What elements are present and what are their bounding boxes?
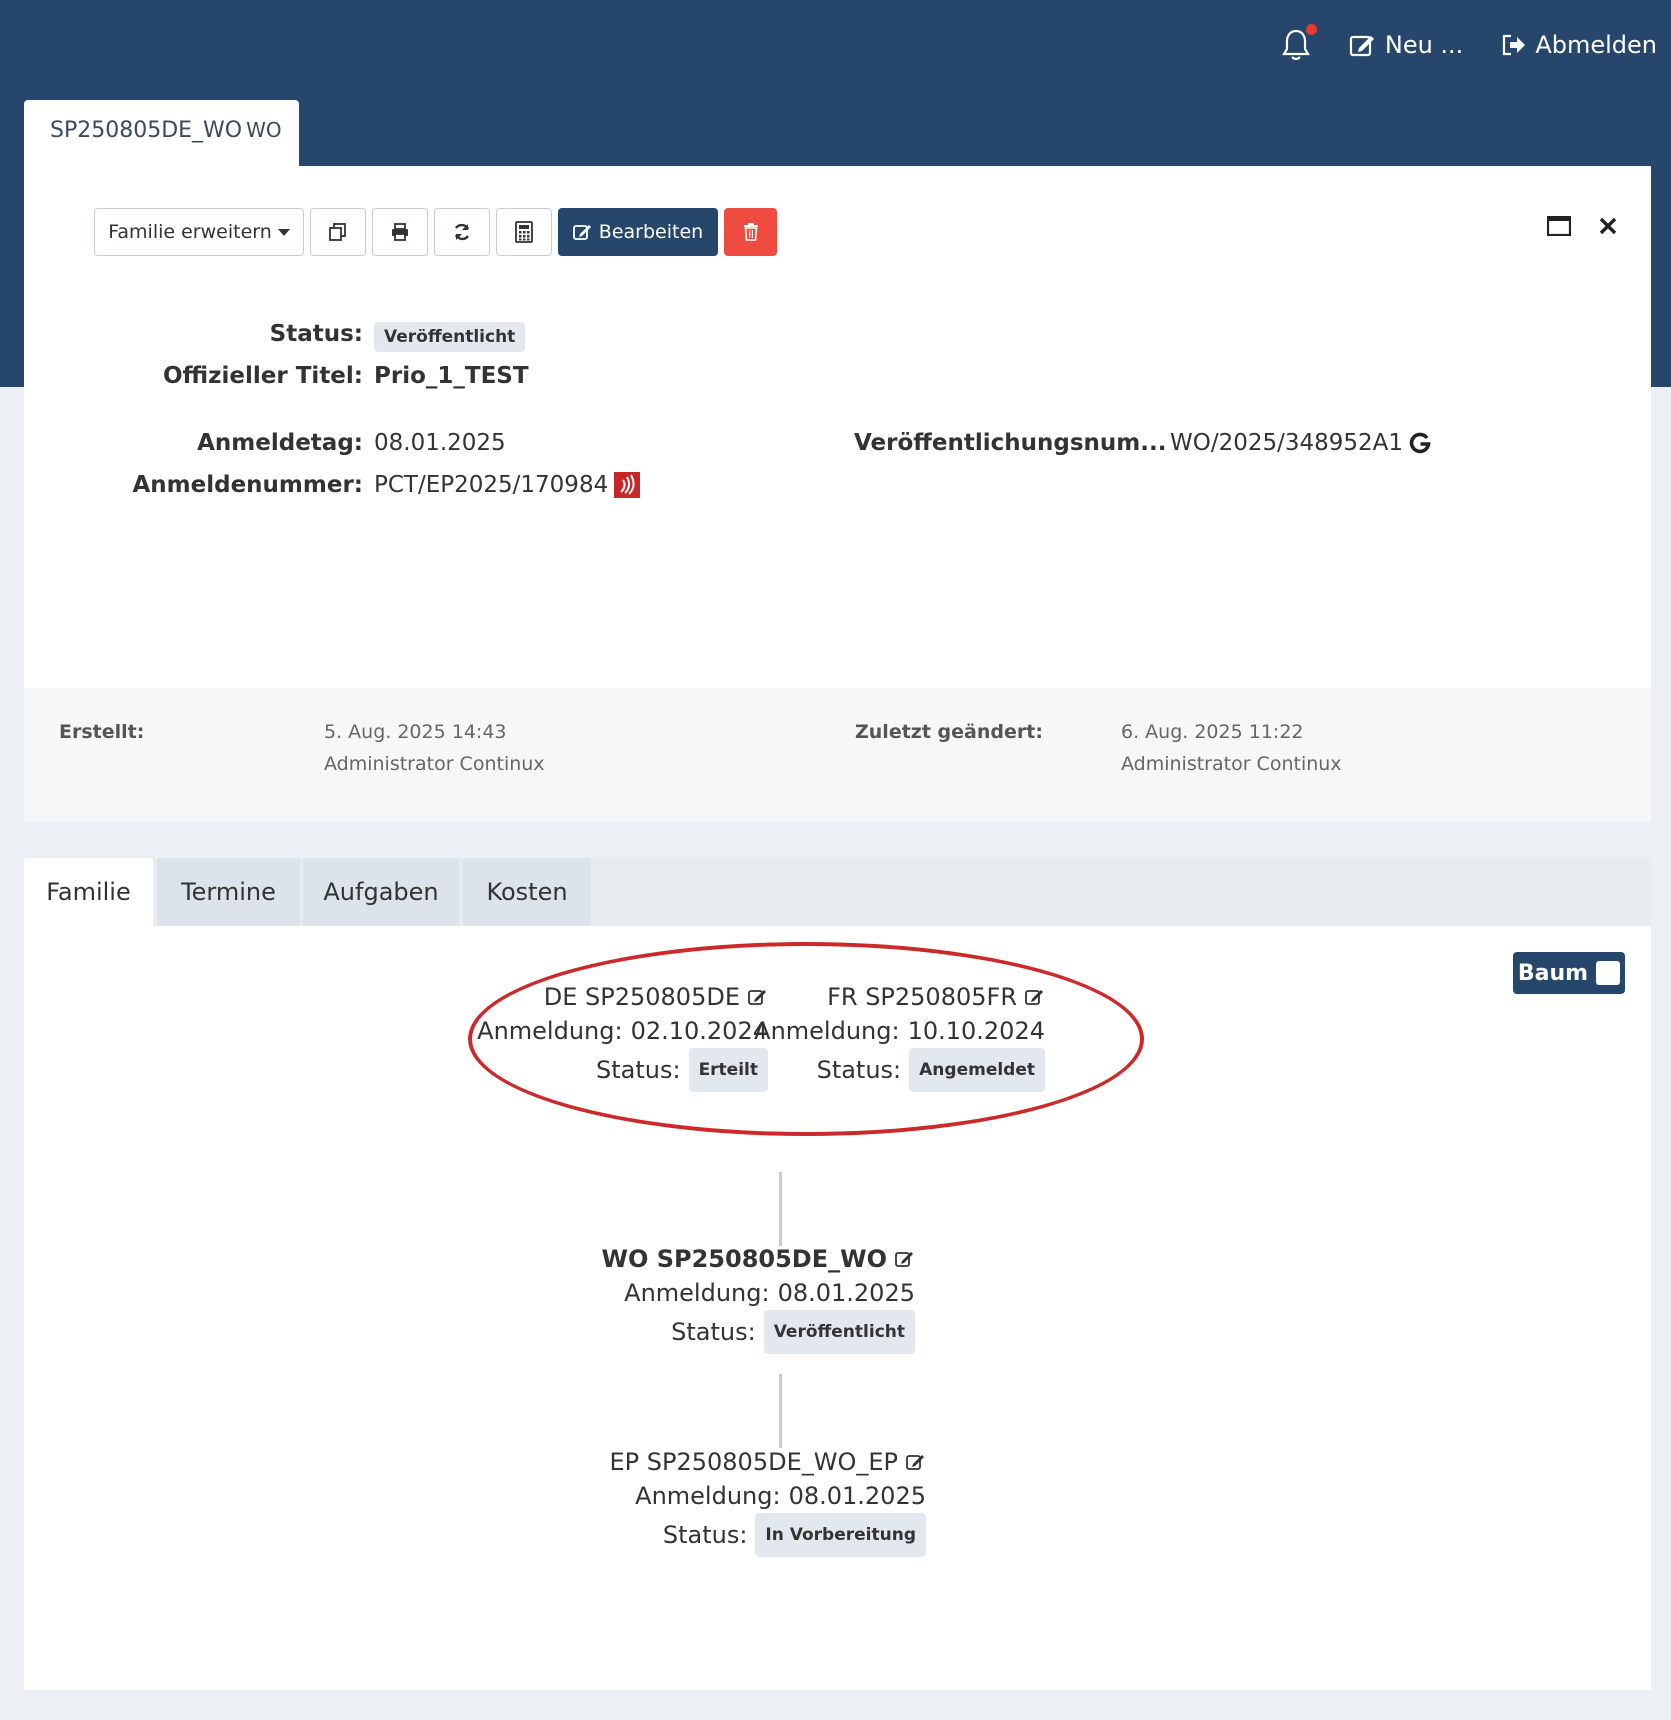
application-number-value: PCT/EP2025/170984	[374, 472, 641, 498]
family-node-title[interactable]: FR SP250805FR	[754, 980, 1045, 1014]
created-date: 5. Aug. 2025 14:43	[324, 721, 507, 743]
modified-date: 6. Aug. 2025 11:22	[1121, 721, 1304, 743]
extend-family-button[interactable]: Familie erweitern	[94, 208, 304, 256]
application-number-label: Anmeldenummer:	[132, 472, 363, 498]
family-node-title[interactable]: DE SP250805DE	[477, 980, 768, 1014]
caret-down-icon	[277, 228, 290, 236]
created-label: Erstellt:	[59, 721, 145, 743]
edit-icon[interactable]	[895, 1250, 915, 1268]
family-node-filing: Anmeldung: 08.01.2025	[635, 1482, 926, 1510]
created-info: 5. Aug. 2025 14:43 Administrator Continu…	[324, 716, 545, 780]
new-label: Neu ...	[1384, 31, 1464, 59]
family-node-ep: EP SP250805DE_WO_EP Anmeldung: 08.01.2025…	[610, 1445, 927, 1557]
document-tab-title: SP250805DE_WO	[50, 118, 243, 143]
publication-number-value: WO/2025/348952A1	[1170, 430, 1431, 456]
edit-icon	[572, 225, 591, 240]
tab-termine[interactable]: Termine	[157, 858, 300, 926]
tabs-bar: Familie Termine Aufgaben Kosten	[24, 858, 1651, 926]
tree-connector	[779, 1172, 782, 1246]
document-tab[interactable]: SP250805DE_WO WO	[24, 100, 299, 166]
filing-date-value: 08.01.2025	[374, 430, 506, 456]
family-node-filing: Anmeldung: 10.10.2024	[754, 1017, 1045, 1045]
status-value: Veröffentlicht	[374, 322, 526, 352]
delete-button[interactable]	[724, 208, 777, 256]
status-badge: Veröffentlicht	[374, 322, 526, 352]
edit-label: Bearbeiten	[598, 221, 704, 243]
status-label: Status:	[269, 321, 363, 347]
family-node-filing: Anmeldung: 08.01.2025	[624, 1279, 915, 1307]
family-node-status: Status: Veröffentlicht	[602, 1310, 915, 1354]
tree-toggle-label: Baum	[1517, 960, 1589, 986]
tree-checkbox[interactable]	[1596, 961, 1621, 985]
status-badge: Angemeldet	[909, 1048, 1045, 1092]
application-number-text: PCT/EP2025/170984	[374, 472, 609, 498]
refresh-button[interactable]	[434, 208, 490, 256]
tab-aufgaben[interactable]: Aufgaben	[303, 858, 459, 926]
new-button[interactable]: Neu ...	[1349, 31, 1463, 59]
maximize-icon[interactable]	[1547, 216, 1571, 236]
logout-button[interactable]: Abmelden	[1501, 31, 1657, 59]
tab-kosten[interactable]: Kosten	[463, 858, 591, 926]
family-node-wo: WO SP250805DE_WO Anmeldung: 08.01.2025 St…	[602, 1242, 916, 1354]
logout-label: Abmelden	[1535, 31, 1657, 59]
calculator-button[interactable]	[496, 208, 552, 256]
modified-label: Zuletzt geändert:	[855, 721, 1043, 743]
family-node-fr: FR SP250805FR Anmeldung: 10.10.2024 Statu…	[754, 980, 1045, 1092]
edit-icon[interactable]	[906, 1453, 926, 1471]
notifications-button[interactable]	[1281, 24, 1317, 62]
family-node-filing: Anmeldung: 02.10.2024	[477, 1017, 768, 1045]
official-title-label: Offizieller Titel:	[162, 363, 363, 389]
window-controls	[1547, 216, 1617, 236]
copy-button[interactable]	[310, 208, 366, 256]
logout-icon	[1503, 34, 1526, 56]
copy-icon	[329, 223, 346, 241]
espacenet-icon[interactable]	[614, 472, 641, 498]
extend-family-label: Familie erweitern	[108, 221, 272, 243]
edit-icon	[1349, 35, 1374, 57]
edit-button[interactable]: Bearbeiten	[558, 208, 718, 256]
official-title-value: Prio_1_TEST	[374, 363, 529, 389]
status-badge: Veröffentlicht	[763, 1310, 915, 1354]
status-badge: In Vorbereitung	[755, 1513, 926, 1557]
trash-icon	[743, 223, 758, 241]
publication-number-text: WO/2025/348952A1	[1170, 430, 1404, 456]
google-icon[interactable]	[1409, 432, 1431, 454]
refresh-icon	[454, 223, 470, 241]
tree-connector	[779, 1374, 782, 1448]
modified-info: 6. Aug. 2025 11:22 Administrator Continu…	[1121, 716, 1342, 780]
family-node-status: Status: In Vorbereitung	[610, 1513, 926, 1557]
calculator-icon	[515, 221, 533, 243]
publication-number-label: Veröffentlichungsnum...	[854, 430, 1167, 456]
modified-by: Administrator Continux	[1121, 753, 1342, 775]
created-by: Administrator Continux	[324, 753, 545, 775]
family-node-status: Status: Angemeldet	[754, 1048, 1045, 1092]
close-icon[interactable]	[1599, 217, 1617, 235]
tab-familie[interactable]: Familie	[24, 858, 153, 926]
document-tab-suffix: WO	[246, 118, 282, 142]
print-icon	[392, 223, 408, 241]
tree-toggle[interactable]: Baum	[1513, 952, 1625, 994]
top-navigation: Neu ... Abmelden	[1281, 24, 1657, 62]
print-button[interactable]	[372, 208, 428, 256]
metadata-section: Erstellt: 5. Aug. 2025 14:43 Administrat…	[24, 688, 1651, 822]
filing-date-label: Anmeldetag:	[197, 430, 363, 456]
family-node-de: DE SP250805DE Anmeldung: 02.10.2024 Statu…	[477, 980, 768, 1092]
toolbar: Familie erweitern Bearbeiten	[94, 208, 777, 256]
family-node-title[interactable]: WO SP250805DE_WO	[602, 1242, 916, 1276]
family-node-status: Status: Erteilt	[477, 1048, 768, 1092]
family-node-title[interactable]: EP SP250805DE_WO_EP	[610, 1445, 927, 1479]
notification-dot	[1305, 24, 1317, 35]
edit-icon[interactable]	[1025, 988, 1045, 1006]
